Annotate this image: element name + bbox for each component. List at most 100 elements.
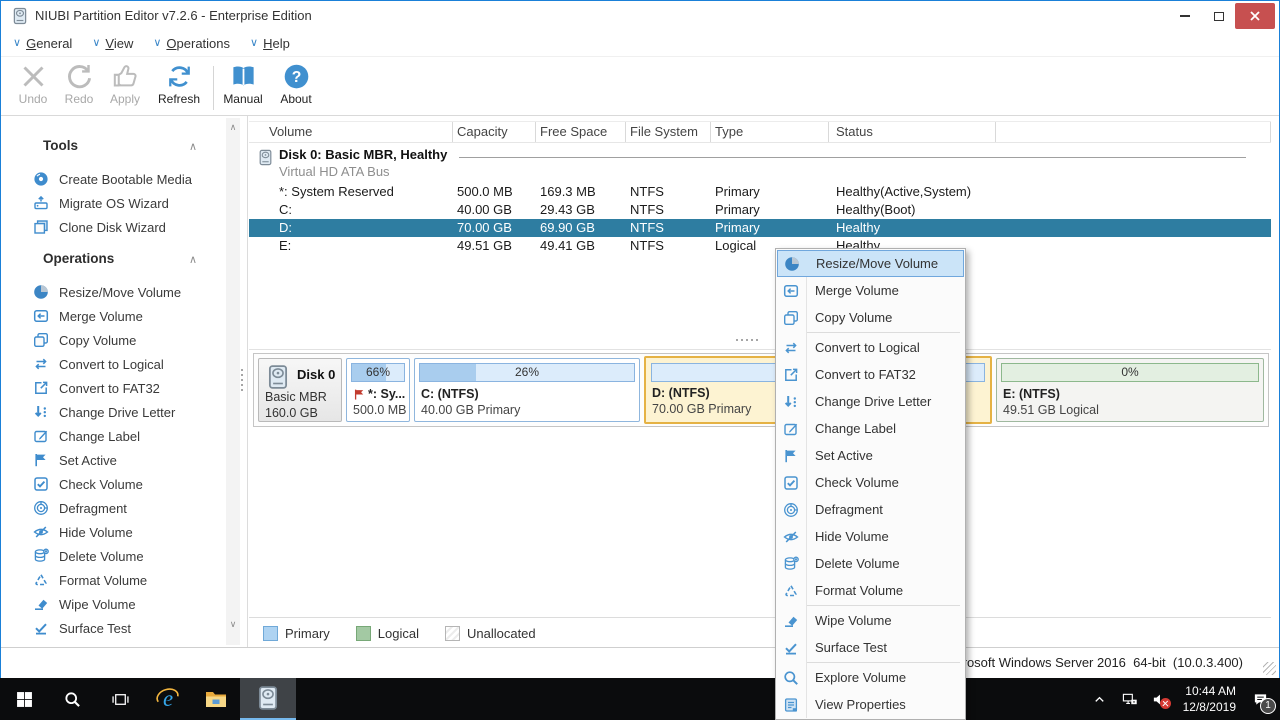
horizontal-splitter-handle[interactable]: [736, 339, 758, 341]
apply-button[interactable]: Apply: [101, 63, 149, 111]
chevron-down-icon: ∨: [250, 37, 259, 49]
column-volume[interactable]: Volume: [249, 122, 453, 142]
disk0-info-block[interactable]: Disk 0 Basic MBR 160.0 GB: [258, 358, 342, 422]
sidebar-item-set-active[interactable]: Set Active: [1, 448, 223, 472]
context-item-convert-to-fat32[interactable]: Convert to FAT32: [776, 361, 965, 388]
concentric-circles-icon: [33, 500, 49, 516]
sidebar-item-merge-volume[interactable]: Merge Volume: [1, 304, 223, 328]
column-file-system[interactable]: File System: [626, 122, 711, 142]
column-capacity[interactable]: Capacity: [453, 122, 536, 142]
file-explorer-button[interactable]: [192, 678, 240, 720]
undo-button[interactable]: Undo: [9, 63, 57, 111]
menu-view[interactable]: ∨ View: [92, 36, 133, 51]
table-row-e[interactable]: E: 49.51 GB 49.41 GB NTFS Logical Health…: [249, 237, 1271, 255]
context-item-surface-test[interactable]: Surface Test: [776, 634, 965, 661]
volume-tray-button[interactable]: [1144, 678, 1174, 720]
sidebar-item-check-volume[interactable]: Check Volume: [1, 472, 223, 496]
maximize-button[interactable]: [1203, 3, 1235, 29]
context-item-resize-move-volume[interactable]: Resize/Move Volume: [777, 250, 964, 277]
context-item-copy-volume[interactable]: Copy Volume: [776, 304, 965, 331]
vertical-splitter-handle[interactable]: [241, 369, 243, 391]
usage-bar: 66%: [351, 363, 405, 382]
minimize-button[interactable]: [1169, 3, 1201, 29]
table-row-d-selected[interactable]: D: 70.00 GB 69.90 GB NTFS Primary Health…: [249, 219, 1271, 237]
resize-grip-icon[interactable]: [1263, 662, 1276, 675]
sidebar-item-format-volume[interactable]: Format Volume: [1, 568, 223, 592]
refresh-button[interactable]: Refresh: [152, 63, 206, 111]
sidebar-item-wipe-volume[interactable]: Wipe Volume: [1, 592, 223, 616]
context-item-merge-volume[interactable]: Merge Volume: [776, 277, 965, 304]
toolbar-separator: [213, 66, 214, 110]
task-view-button[interactable]: [96, 678, 144, 720]
legend-unallocated-label: Unallocated: [466, 625, 536, 641]
context-item-hide-volume[interactable]: Hide Volume: [776, 523, 965, 550]
sidebar-item-convert-to-logical[interactable]: Convert to Logical: [1, 352, 223, 376]
column-empty: [996, 122, 1271, 142]
flag-icon: [33, 452, 49, 468]
down-arrow-dots-icon: [33, 404, 49, 420]
action-center-button[interactable]: 1: [1240, 678, 1280, 720]
tools-group-header[interactable]: Tools: [43, 138, 78, 153]
column-status[interactable]: Status: [829, 122, 996, 142]
sidebar-item-delete-volume[interactable]: Delete Volume: [1, 544, 223, 568]
operations-group-header[interactable]: Operations: [43, 251, 114, 266]
sidebar-item-convert-to-fat32[interactable]: Convert to FAT32: [1, 376, 223, 400]
partition-block-e[interactable]: 0% E: (NTFS) 49.51 GB Logical: [996, 358, 1264, 422]
scroll-down-icon[interactable]: ∨: [226, 617, 240, 631]
sidebar-item-resize-move-volume[interactable]: Resize/Move Volume: [1, 280, 223, 304]
menu-help[interactable]: ∨ Help: [250, 36, 290, 51]
task-view-icon: [112, 691, 129, 708]
context-item-view-properties[interactable]: View Properties: [776, 691, 965, 718]
network-tray-button[interactable]: [1114, 678, 1144, 720]
recycle-triangle-icon: [33, 572, 49, 588]
sidebar-scrollbar[interactable]: ∧ ∨: [226, 118, 240, 645]
document-lines-icon: [776, 697, 806, 713]
about-button[interactable]: About: [272, 63, 320, 111]
niubi-taskbar-button[interactable]: [240, 678, 296, 720]
sidebar-item-clone-disk-wizard[interactable]: Clone Disk Wizard: [1, 215, 223, 239]
partition-block-system-reserved[interactable]: 66% *: Sy... 500.0 MB: [346, 358, 410, 422]
context-item-wipe-volume[interactable]: Wipe Volume: [776, 607, 965, 634]
table-row-c[interactable]: C: 40.00 GB 29.43 GB NTFS Primary Health…: [249, 201, 1271, 219]
taskbar-search-button[interactable]: [48, 678, 96, 720]
column-type[interactable]: Type: [711, 122, 829, 142]
tray-chevron-button[interactable]: [1084, 678, 1114, 720]
manual-button[interactable]: Manual: [219, 63, 267, 111]
taskbar-clock[interactable]: 10:44 AM 12/8/2019: [1174, 683, 1240, 715]
table-row-system-reserved[interactable]: *: System Reserved 500.0 MB 169.3 MB NTF…: [249, 183, 1271, 201]
context-item-set-active[interactable]: Set Active: [776, 442, 965, 469]
chevron-up-icon[interactable]: ∧: [189, 140, 197, 153]
column-free-space[interactable]: Free Space: [536, 122, 626, 142]
redo-button[interactable]: Redo: [55, 63, 103, 111]
sidebar-item-surface-test[interactable]: Surface Test: [1, 616, 223, 640]
sidebar-item-migrate-os-wizard[interactable]: Migrate OS Wizard: [1, 191, 223, 215]
internet-explorer-button[interactable]: [144, 678, 192, 720]
checked-box-icon: [776, 475, 806, 491]
context-item-delete-volume[interactable]: Delete Volume: [776, 550, 965, 577]
partition-block-c[interactable]: 26% C: (NTFS) 40.00 GB Primary: [414, 358, 640, 422]
close-button[interactable]: [1235, 3, 1275, 29]
context-item-defragment[interactable]: Defragment: [776, 496, 965, 523]
context-item-check-volume[interactable]: Check Volume: [776, 469, 965, 496]
partition-label: E: (NTFS): [1003, 387, 1060, 401]
menu-operations[interactable]: ∨ Operations: [153, 36, 230, 51]
sidebar-item-copy-volume[interactable]: Copy Volume: [1, 328, 223, 352]
start-button[interactable]: [0, 678, 48, 720]
context-item-format-volume[interactable]: Format Volume: [776, 577, 965, 604]
disk-name: Disk 0: [297, 367, 336, 382]
menu-general[interactable]: ∨ General: [13, 36, 72, 51]
sidebar-item-hide-volume[interactable]: Hide Volume: [1, 520, 223, 544]
sidebar-item-create-bootable-media[interactable]: Create Bootable Media: [1, 167, 223, 191]
volume-table-header: Volume Capacity Free Space File System T…: [249, 121, 1271, 143]
context-item-explore-volume[interactable]: Explore Volume: [776, 664, 965, 691]
database-x-icon: [33, 548, 49, 564]
context-item-change-label[interactable]: Change Label: [776, 415, 965, 442]
chevron-up-icon[interactable]: ∧: [189, 253, 197, 266]
scroll-up-icon[interactable]: ∧: [226, 120, 240, 134]
context-item-convert-to-logical[interactable]: Convert to Logical: [776, 334, 965, 361]
disk-group-row[interactable]: Disk 0: Basic MBR, Healthy Virtual HD AT…: [249, 145, 1271, 183]
sidebar-item-change-label[interactable]: Change Label: [1, 424, 223, 448]
sidebar-item-defragment[interactable]: Defragment: [1, 496, 223, 520]
context-item-change-drive-letter[interactable]: Change Drive Letter: [776, 388, 965, 415]
sidebar-item-change-drive-letter[interactable]: Change Drive Letter: [1, 400, 223, 424]
